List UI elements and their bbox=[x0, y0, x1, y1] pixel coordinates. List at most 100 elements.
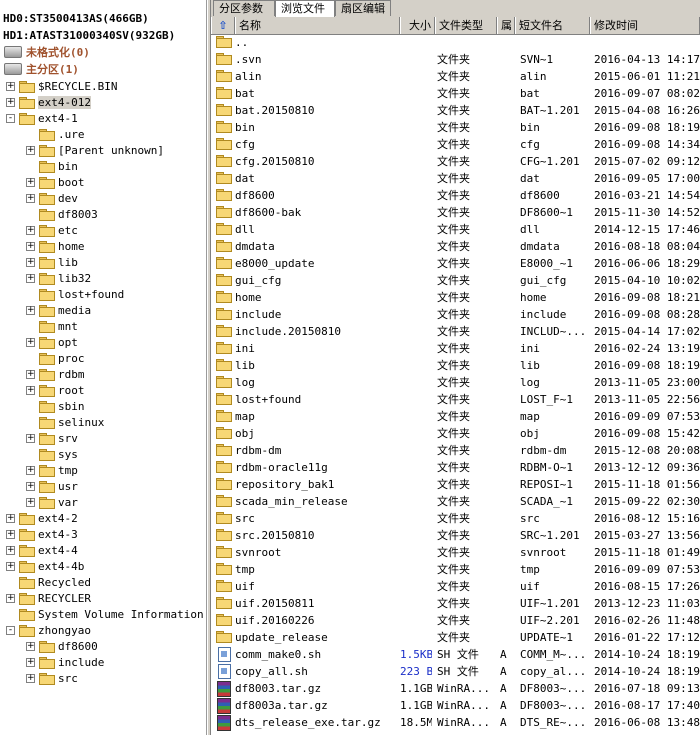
expand-icon[interactable]: + bbox=[26, 369, 35, 379]
expand-icon[interactable]: + bbox=[26, 433, 35, 443]
expand-icon[interactable]: + bbox=[26, 497, 35, 507]
file-row[interactable]: obj 文件夹 obj 2016-09-08 15:42:4 bbox=[211, 425, 700, 442]
file-row[interactable]: map 文件夹 map 2016-09-09 07:53:1 bbox=[211, 408, 700, 425]
tree-node[interactable]: + lib bbox=[26, 254, 78, 270]
file-row[interactable]: repository_bak1 文件夹 REPOSI~1 2015-11-18 01:… bbox=[211, 476, 700, 493]
file-row[interactable]: rdbm-oracle11g 文件夹 RDBM-O~1 2013-12-12 09:3… bbox=[211, 459, 700, 476]
tree-node[interactable]: sys bbox=[26, 446, 78, 462]
file-row[interactable]: bat 文件夹 bat 2016-09-07 08:02:1 bbox=[211, 85, 700, 102]
expand-icon[interactable]: + bbox=[6, 81, 15, 91]
tree-node[interactable]: Recycled bbox=[6, 574, 91, 590]
expand-icon[interactable]: + bbox=[6, 529, 15, 539]
collapse-icon[interactable]: - bbox=[6, 625, 15, 635]
tree-node[interactable]: + etc bbox=[26, 222, 78, 238]
tree-node[interactable]: + [Parent unknown] bbox=[26, 142, 164, 158]
tree-node[interactable]: + df8600 bbox=[26, 638, 98, 654]
tab-partition-params[interactable]: 分区参数 bbox=[213, 0, 275, 16]
tree-node[interactable]: + dev bbox=[26, 190, 78, 206]
tree-node[interactable]: + lib32 bbox=[26, 270, 91, 286]
tree-node[interactable]: + home bbox=[26, 238, 85, 254]
tree-node[interactable]: + ext4-012 bbox=[6, 94, 91, 110]
file-row[interactable]: scada_min_release 文件夹 SCADA_~1 2015-09-22 0… bbox=[211, 493, 700, 510]
file-row[interactable]: copy_all.sh 223 B SH 文件 Acopy_al... 2014-10-… bbox=[211, 663, 700, 680]
file-row[interactable]: dll 文件夹 dll 2014-12-15 17:46:5 bbox=[211, 221, 700, 238]
tab-sector-edit[interactable]: 扇区编辑 bbox=[335, 0, 391, 16]
tree-node[interactable]: + ext4-2 bbox=[6, 510, 78, 526]
tree-node[interactable]: + rdbm bbox=[26, 366, 85, 382]
file-row[interactable]: uif.20160226 文件夹 UIF~2.201 2016-02-26 11:48… bbox=[211, 612, 700, 629]
col-size[interactable]: 大小 bbox=[400, 17, 435, 34]
file-row[interactable]: home 文件夹 home 2016-09-08 18:21:2 bbox=[211, 289, 700, 306]
file-row[interactable]: rdbm-dm 文件夹 rdbm-dm 2015-12-08 20:08:4 bbox=[211, 442, 700, 459]
tree-node[interactable]: mnt bbox=[26, 318, 78, 334]
tree-node[interactable]: + tmp bbox=[26, 462, 78, 478]
file-row[interactable]: update_release 文件夹 UPDATE~1 2016-01-22 17:1… bbox=[211, 629, 700, 646]
tree-node[interactable]: bin bbox=[26, 158, 78, 174]
file-row[interactable]: alin 文件夹 alin 2015-06-01 11:21:3 bbox=[211, 68, 700, 85]
tree-node[interactable]: + opt bbox=[26, 334, 78, 350]
tree-node[interactable]: + ext4-4b bbox=[6, 558, 84, 574]
tree-node[interactable]: + ext4-3 bbox=[6, 526, 78, 542]
file-row[interactable]: df8600 文件夹 df8600 2016-03-21 14:54:5 bbox=[211, 187, 700, 204]
tree-node[interactable]: + $RECYCLE.BIN bbox=[6, 78, 117, 94]
tree-node[interactable]: + boot bbox=[26, 174, 85, 190]
tree-node[interactable]: sbin bbox=[26, 398, 85, 414]
expand-icon[interactable]: + bbox=[26, 385, 35, 395]
tree-node[interactable]: .ure bbox=[26, 126, 85, 142]
up-folder-button[interactable]: ⇧ bbox=[211, 17, 235, 34]
expand-icon[interactable]: + bbox=[26, 145, 35, 155]
expand-icon[interactable]: + bbox=[26, 305, 35, 315]
file-row[interactable]: dts_release_exe.tar.gz 18.5MB WinRA... A DTS… bbox=[211, 714, 700, 731]
tree-node[interactable]: + ext4-4 bbox=[6, 542, 78, 558]
tree-node[interactable]: + srv bbox=[26, 430, 78, 446]
collapse-icon[interactable]: - bbox=[6, 113, 15, 123]
tree-node[interactable]: df8003 bbox=[26, 206, 98, 222]
expand-icon[interactable]: + bbox=[26, 225, 35, 235]
file-row[interactable]: df8003a.tar.gz 1.1GB WinRA... A DF8003~... 20… bbox=[211, 697, 700, 714]
tree-node[interactable]: + usr bbox=[26, 478, 78, 494]
expand-icon[interactable]: + bbox=[26, 177, 35, 187]
file-row[interactable]: src.20150810 文件夹 SRC~1.201 2015-03-27 13:56… bbox=[211, 527, 700, 544]
tree-node[interactable]: lost+found bbox=[26, 286, 124, 302]
expand-icon[interactable]: + bbox=[26, 273, 35, 283]
expand-icon[interactable]: + bbox=[26, 193, 35, 203]
partition-primary[interactable]: 主分区(1) bbox=[4, 61, 79, 77]
file-row[interactable]: dat 文件夹 dat 2016-09-05 17:00:2 bbox=[211, 170, 700, 187]
expand-icon[interactable]: + bbox=[26, 257, 35, 267]
file-row[interactable]: uif 文件夹 uif 2016-08-15 17:26:3 bbox=[211, 578, 700, 595]
tree-node[interactable]: selinux bbox=[26, 414, 104, 430]
tree-node[interactable]: - zhongyao bbox=[6, 622, 91, 638]
file-row[interactable]: bat.20150810 文件夹 BAT~1.201 2015-04-08 16:26… bbox=[211, 102, 700, 119]
disk-hd1[interactable]: HD1:ATAST31000340SV(932GB) bbox=[3, 29, 175, 43]
tree-node[interactable]: + var bbox=[26, 494, 78, 510]
file-row[interactable]: cfg.20150810 文件夹 CFG~1.201 2015-07-02 09:12… bbox=[211, 153, 700, 170]
tree-node[interactable]: + include bbox=[26, 654, 104, 670]
tree-node[interactable]: - ext4-1 bbox=[6, 110, 78, 126]
tree-node[interactable]: proc bbox=[26, 350, 85, 366]
expand-icon[interactable]: + bbox=[26, 657, 35, 667]
expand-icon[interactable]: + bbox=[26, 481, 35, 491]
expand-icon[interactable]: + bbox=[6, 513, 15, 523]
file-row[interactable]: include.20150810 文件夹 INCLUD~... 2015-04-14 … bbox=[211, 323, 700, 340]
col-name[interactable]: 名称 bbox=[235, 17, 400, 34]
file-row[interactable]: lib 文件夹 lib 2016-09-08 18:19:0 bbox=[211, 357, 700, 374]
expand-icon[interactable]: + bbox=[26, 673, 35, 683]
file-row[interactable]: cfg 文件夹 cfg 2016-09-08 14:34:0 bbox=[211, 136, 700, 153]
file-row[interactable]: e8000_update 文件夹 E8000_~1 2016-06-06 18:29:… bbox=[211, 255, 700, 272]
file-row[interactable]: svnroot 文件夹 svnroot 2015-11-18 01:49:1 bbox=[211, 544, 700, 561]
tree-node[interactable]: + RECYCLER bbox=[6, 590, 91, 606]
expand-icon[interactable]: + bbox=[26, 465, 35, 475]
tree-node[interactable]: System Volume Information bbox=[6, 606, 204, 622]
col-short-name[interactable]: 短文件名 bbox=[515, 17, 590, 34]
col-modified[interactable]: 修改时间 bbox=[590, 17, 700, 34]
expand-icon[interactable]: + bbox=[26, 337, 35, 347]
expand-icon[interactable]: + bbox=[6, 545, 15, 555]
file-row[interactable]: lost+found 文件夹 LOST_F~1 2013-11-05 22:56:3 bbox=[211, 391, 700, 408]
file-row[interactable]: log 文件夹 log 2013-11-05 23:00:5 bbox=[211, 374, 700, 391]
tree-node[interactable]: + media bbox=[26, 302, 91, 318]
file-row[interactable]: include 文件夹 include 2016-09-08 08:28:3 bbox=[211, 306, 700, 323]
expand-icon[interactable]: + bbox=[26, 641, 35, 651]
file-row[interactable]: df8600-bak 文件夹 DF8600~1 2015-11-30 14:52:1 bbox=[211, 204, 700, 221]
file-row[interactable]: gui_cfg 文件夹 gui_cfg 2015-04-10 10:02:1 bbox=[211, 272, 700, 289]
file-row[interactable]: ini 文件夹 ini 2016-02-24 13:19:4 bbox=[211, 340, 700, 357]
